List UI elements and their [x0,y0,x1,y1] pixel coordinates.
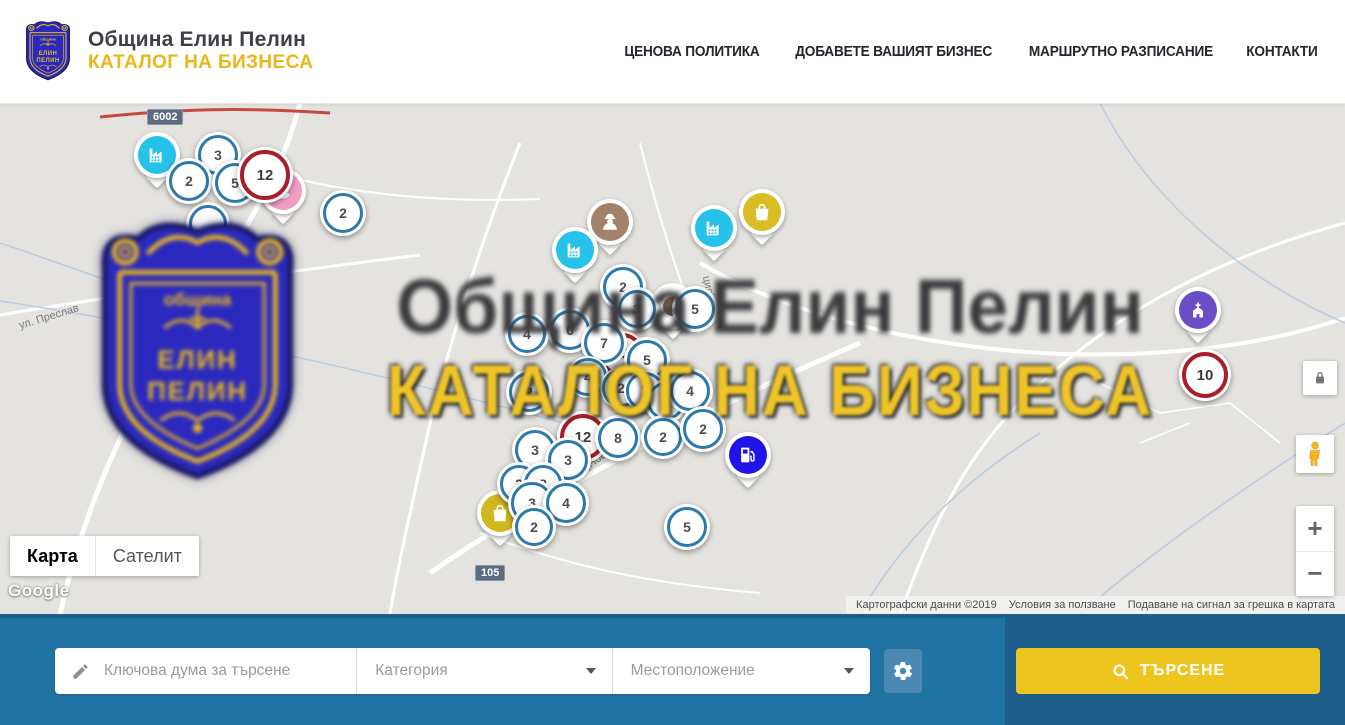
street-view-pegman-button[interactable] [1296,435,1334,473]
zoom-out-button[interactable]: − [1296,552,1334,597]
location-select-value: Местоположение [631,662,844,680]
cluster-count: 3 [531,442,539,458]
cluster-count: 7 [600,335,608,351]
cluster-count: 10 [1197,367,1214,384]
cluster-count: 2 [525,384,533,400]
cluster-marker[interactable] [186,202,230,246]
fuel-icon [737,444,759,466]
advanced-settings-button[interactable] [884,649,922,693]
cluster-count: 5 [683,519,691,535]
cluster-marker[interactable]: 2 [680,406,726,452]
cluster-marker[interactable]: 12 [237,147,293,203]
search-submit-label: ТЪРСЕНЕ [1140,662,1225,680]
factory-icon [146,144,168,166]
factory-icon [703,217,725,239]
lock-icon [1312,370,1328,386]
category-select[interactable]: Категория [356,648,611,694]
search-fields: Категория Местоположение [55,648,870,694]
site-title: Община Елин Пелин [88,28,313,52]
nav-item-contacts[interactable]: КОНТАКТИ [1246,44,1317,60]
factory-pin-marker[interactable] [552,227,598,273]
factory-pin-marker[interactable] [691,205,737,251]
cluster-count: 3 [214,147,222,163]
site-logo[interactable]: Община Елин Пелин КАТАЛОГ НА БИЗНЕСА [22,19,313,83]
cluster-count: 3 [633,301,641,317]
cluster-count: 5 [691,301,699,317]
map-type-control: Карта Сателит [10,536,199,576]
municipality-crest-icon [22,19,74,83]
gear-icon [892,660,914,682]
markers-layer: 325122235641375422784128223338342510 [0,103,1345,614]
chevron-down-icon [844,668,854,674]
cluster-marker[interactable]: 3 [615,287,659,331]
lock-button[interactable] [1303,361,1337,395]
keyword-field[interactable] [55,648,356,694]
map-data-copyright: Картографски данни ©2019 [850,599,1003,611]
cluster-count: 8 [614,430,622,446]
nav-item-pricing[interactable]: ЦЕНОВА ПОЛИТИКА [624,44,759,60]
search-submit-button[interactable]: ТЪРСЕНЕ [1016,648,1320,694]
worker-icon [599,211,621,233]
location-select[interactable]: Местоположение [612,648,870,694]
cluster-count: 4 [686,383,694,399]
page: община ЕЛИН ПЕЛИН Община Елин Пелин КАТА… [0,0,1345,725]
category-select-value: Категория [375,662,585,680]
cluster-marker[interactable]: 8 [595,415,641,461]
search-bar: Категория Местоположение ТЪРСЕНЕ [0,614,1345,725]
cluster-marker[interactable]: 2 [320,190,366,236]
bag-icon [751,201,773,223]
factory-icon [564,239,586,261]
google-logo[interactable]: Google [8,581,70,601]
cluster-marker[interactable]: 2 [166,158,212,204]
cluster-count: 12 [257,167,274,184]
cluster-count: 4 [562,495,570,511]
pencil-icon [71,662,90,681]
cluster-count: 4 [523,326,531,342]
cluster-count: 3 [564,452,572,468]
cluster-count: 2 [659,429,667,445]
cluster-count: 4 [584,369,592,385]
cluster-marker[interactable]: 10 [1179,349,1231,401]
nav-item-transport-schedule[interactable]: МАРШРУТНО РАЗПИСАНИЕ [1029,44,1213,60]
header: Община Елин Пелин КАТАЛОГ НА БИЗНЕСА ЦЕН… [0,0,1345,104]
nav-item-add-business[interactable]: ДОБАВЕТЕ ВАШИЯТ БИЗНЕС [795,44,992,60]
site-subtitle: КАТАЛОГ НА БИЗНЕСА [88,52,313,74]
cluster-count: 2 [530,519,538,535]
cluster-count: 2 [339,205,347,221]
bag-pin-marker[interactable] [739,189,785,235]
church-pin-marker[interactable] [1175,287,1221,333]
cluster-marker[interactable]: 5 [672,286,718,332]
cluster-count: 6 [566,322,574,338]
map-attribution: Картографски данни ©2019 Условия за полз… [846,596,1345,614]
map-canvas[interactable]: 325122235641375422784128223338342510 Общ… [0,103,1345,614]
terms-link[interactable]: Условия за ползване [1003,599,1122,611]
church-icon [1188,300,1208,320]
report-error-link[interactable]: Подаване на сигнал за грешка в картата [1122,599,1341,611]
cluster-marker[interactable]: 2 [641,415,685,459]
zoom-in-button[interactable]: + [1296,506,1334,552]
fuel-pin-marker[interactable] [725,432,771,478]
map-type-map-button[interactable]: Карта [10,536,95,576]
chevron-down-icon [586,668,596,674]
cluster-count: 5 [643,352,651,368]
cluster-marker[interactable]: 2 [512,505,556,549]
cluster-marker[interactable]: 5 [664,504,710,550]
cluster-marker[interactable]: 2 [506,369,552,415]
map-type-satellite-button[interactable]: Сателит [95,536,199,576]
cluster-marker[interactable]: 4 [505,312,549,356]
pegman-icon [1303,441,1327,467]
cluster-count: 2 [699,421,707,437]
keyword-input[interactable] [102,661,356,681]
search-icon [1111,662,1130,681]
zoom-control: + − [1296,506,1334,596]
main-nav: ЦЕНОВА ПОЛИТИКА ДОБАВЕТЕ ВАШИЯТ БИЗНЕС М… [620,0,1320,103]
cluster-count: 2 [185,173,193,189]
